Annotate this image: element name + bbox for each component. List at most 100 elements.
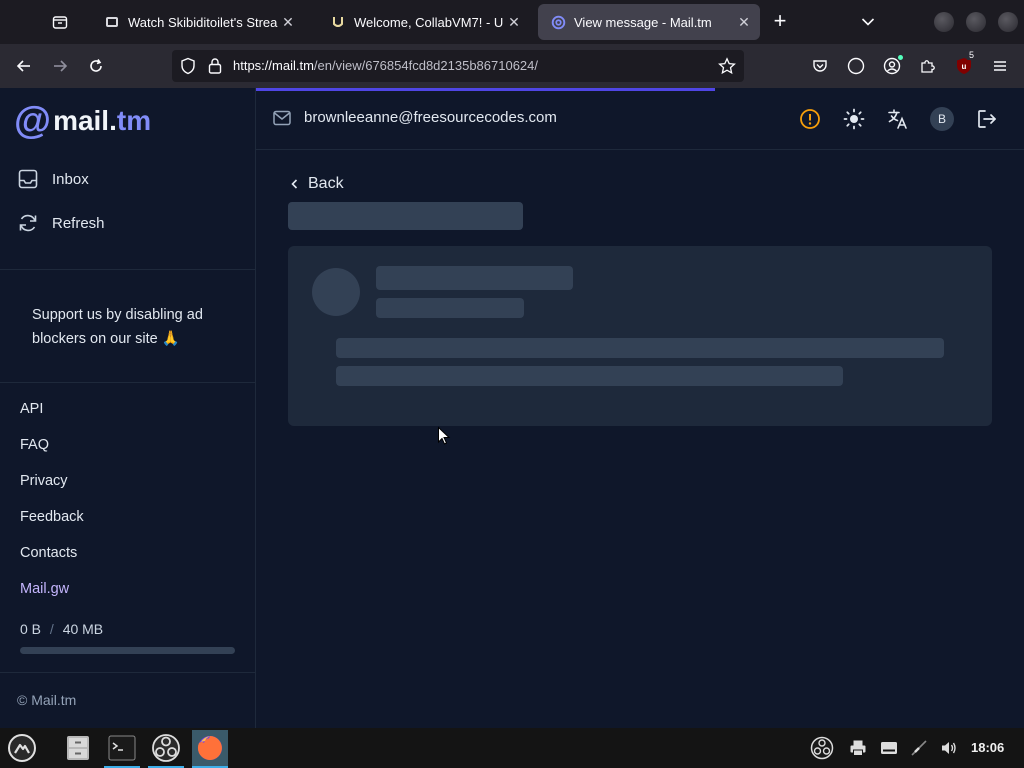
shield-icon[interactable] (180, 57, 196, 80)
volume-icon (942, 742, 956, 754)
storage-progress-bar (20, 647, 235, 654)
language-button[interactable] (885, 106, 911, 132)
back-link[interactable]: Back (288, 175, 344, 193)
lock-icon[interactable] (208, 57, 222, 80)
tab-title: Welcome, CollabVM7! - Uncyc (354, 14, 504, 30)
extension-badge: 5 (967, 50, 977, 60)
terminal-icon (108, 735, 136, 761)
tray-obs[interactable] (804, 730, 840, 766)
tab-favicon-icon (104, 14, 120, 30)
new-tab-button[interactable]: + (768, 10, 792, 34)
sidebar-item-label: Inbox (52, 170, 89, 188)
logout-icon (978, 110, 996, 128)
tab-view-message[interactable]: View message - Mail.tm ✕ (538, 4, 760, 40)
sender-name-placeholder (376, 266, 573, 290)
url-path: /en/view/676854fcd8d2135b86710624/ (313, 58, 539, 73)
hamburger-menu-icon (994, 61, 1006, 71)
logout-button[interactable] (974, 106, 1000, 132)
pocket-button[interactable] (806, 52, 834, 80)
tab-overview-button[interactable] (46, 10, 74, 34)
tray-volume[interactable] (931, 730, 967, 766)
mailtm-logo[interactable]: @ mail. tm (14, 101, 151, 141)
browser-tab-bar: Watch Skibiditoilet's Streamin ✕ Welcome… (0, 0, 1024, 44)
warning-button[interactable] (797, 106, 823, 132)
printer-icon (850, 740, 866, 756)
maximize-button[interactable] (966, 12, 986, 32)
body-line-placeholder (336, 338, 944, 358)
arrow-right-icon (54, 60, 68, 72)
url-text[interactable]: https://mail.tm/en/view/676854fcd8d2135b… (233, 58, 538, 73)
inbox-icon (16, 167, 40, 191)
taskbar-obs[interactable] (148, 730, 184, 766)
sender-avatar-placeholder (312, 268, 360, 316)
network-icon (911, 740, 927, 756)
obs-tray-icon (810, 736, 834, 760)
logo-tm: tm (116, 105, 152, 136)
ublock-button[interactable]: u 5 (950, 50, 978, 80)
back-button[interactable] (10, 52, 38, 80)
minimize-button[interactable] (934, 12, 954, 32)
mouse-cursor-icon (438, 426, 451, 445)
theme-toggle-button[interactable] (841, 106, 867, 132)
alert-circle-icon (800, 109, 820, 129)
firefox-icon (197, 736, 222, 760)
link-privacy[interactable]: Privacy (20, 473, 68, 489)
chevron-down-icon (861, 18, 875, 26)
pocket-icon (813, 60, 827, 72)
forward-button[interactable] (46, 52, 74, 80)
obs-icon (152, 734, 180, 762)
close-icon[interactable]: ✕ (504, 12, 524, 32)
menu-button[interactable] (986, 52, 1014, 80)
account-button[interactable] (878, 52, 906, 80)
link-mailgw[interactable]: Mail.gw (20, 581, 69, 597)
close-icon[interactable]: ✕ (734, 12, 754, 32)
sidebar-divider (0, 382, 255, 383)
current-email-address[interactable]: brownleeanne@freesourcecodes.com (304, 109, 557, 126)
file-cabinet-icon (67, 736, 89, 760)
url-bar[interactable]: https://mail.tm/en/view/676854fcd8d2135b… (172, 50, 744, 82)
url-host: https://mail.tm (233, 58, 314, 73)
extension-button[interactable] (842, 52, 870, 80)
close-window-button[interactable] (998, 12, 1018, 32)
link-contacts[interactable]: Contacts (20, 545, 77, 561)
mail-icon (272, 109, 292, 132)
sidebar-item-label: Refresh (52, 214, 105, 232)
translate-icon (888, 109, 907, 129)
tab-favicon-icon (330, 14, 346, 30)
storage-separator: / (49, 621, 54, 637)
taskbar-terminal[interactable] (104, 730, 140, 766)
link-api[interactable]: API (20, 401, 43, 417)
bookmark-star-icon[interactable] (718, 57, 736, 80)
extensions-button[interactable] (914, 52, 942, 80)
sidebar-item-refresh[interactable]: Refresh (16, 211, 105, 235)
storage-total: 40 MB (62, 621, 104, 637)
clock[interactable]: 18:06 (971, 740, 1004, 755)
keyboard-icon (881, 742, 897, 754)
link-faq[interactable]: FAQ (20, 437, 49, 453)
sidebar-divider (0, 269, 255, 270)
close-icon[interactable]: ✕ (278, 12, 298, 32)
tab-title: Watch Skibiditoilet's Streamin (128, 14, 278, 30)
tab-collabvm[interactable]: Welcome, CollabVM7! - Uncyc ✕ (318, 4, 530, 40)
list-all-tabs-button[interactable] (856, 10, 880, 34)
sidebar-item-inbox[interactable]: Inbox (16, 167, 89, 191)
reload-button[interactable] (82, 52, 110, 80)
back-label: Back (308, 175, 344, 192)
link-feedback[interactable]: Feedback (20, 509, 84, 525)
tab-skibiditoilet[interactable]: Watch Skibiditoilet's Streamin ✕ (92, 4, 304, 40)
tab-title: View message - Mail.tm (574, 14, 712, 30)
circle-icon (847, 57, 865, 75)
app-launcher-button[interactable] (4, 730, 40, 766)
support-message: Support us by disabling ad blockers on o… (32, 307, 203, 347)
logo-at: @ (14, 100, 52, 142)
subject-placeholder (288, 202, 523, 230)
tab-overview-icon (52, 16, 68, 29)
avatar[interactable]: B (930, 107, 954, 131)
sidebar-divider (0, 672, 255, 673)
arrow-left-icon (16, 60, 30, 72)
body-line-placeholder (336, 366, 843, 386)
taskbar-file-manager[interactable] (60, 730, 96, 766)
refresh-icon (16, 211, 40, 235)
taskbar-firefox[interactable] (192, 730, 228, 766)
puzzle-icon (921, 60, 935, 73)
